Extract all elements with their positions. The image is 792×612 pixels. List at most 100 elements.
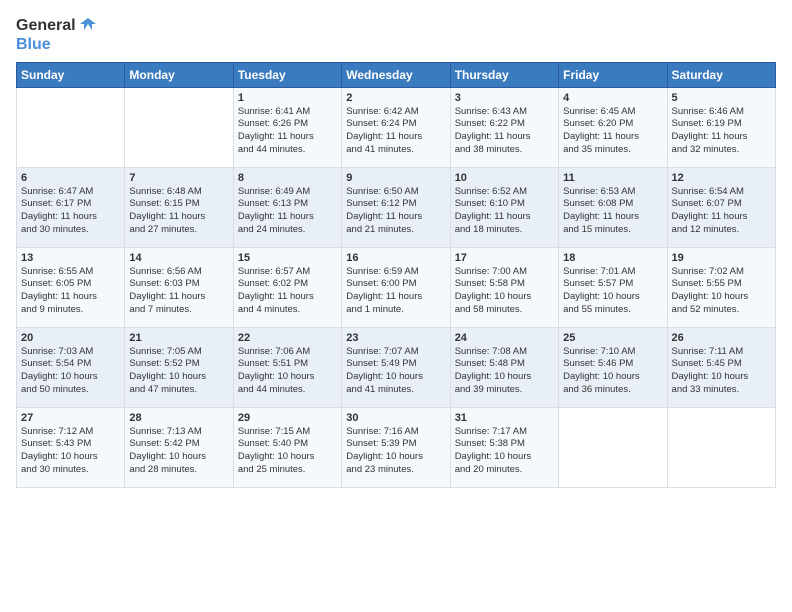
- calendar-cell: 25 Sunrise: 7:10 AM Sunset: 5:46 PM Dayli…: [559, 327, 667, 407]
- cell-content: Sunrise: 6:49 AM Sunset: 6:13 PM Dayligh…: [238, 186, 337, 237]
- cell-content: Sunrise: 7:13 AM Sunset: 5:42 PM Dayligh…: [129, 426, 228, 477]
- page-header: General Blue: [16, 16, 776, 54]
- calendar-cell: 6Sunrise: 6:47 AM Sunset: 6:17 PM Daylig…: [17, 167, 125, 247]
- calendar-week-5: 27Sunrise: 7:12 AM Sunset: 5:43 PM Dayli…: [17, 407, 776, 487]
- calendar-cell: [559, 407, 667, 487]
- cell-content: Sunrise: 6:53 AM Sunset: 6:08 PM Dayligh…: [563, 186, 662, 237]
- cell-content: Sunrise: 6:54 AM Sunset: 6:07 PM Dayligh…: [672, 186, 771, 237]
- calendar-cell: 23 Sunrise: 7:07 AM Sunset: 5:49 PM Dayli…: [342, 327, 450, 407]
- day-header-sunday: Sunday: [17, 62, 125, 87]
- calendar-body: 1Sunrise: 6:41 AM Sunset: 6:26 PM Daylig…: [17, 87, 776, 487]
- day-number: 11: [563, 172, 662, 184]
- day-number: 12: [672, 172, 771, 184]
- calendar-cell: 29 Sunrise: 7:15 AM Sunset: 5:40 PM Dayli…: [233, 407, 341, 487]
- calendar-cell: 27Sunrise: 7:12 AM Sunset: 5:43 PM Dayli…: [17, 407, 125, 487]
- calendar-table: SundayMondayTuesdayWednesdayThursdayFrid…: [16, 62, 776, 488]
- cell-content: Sunrise: 7:12 AM Sunset: 5:43 PM Dayligh…: [21, 426, 120, 477]
- day-number: 22: [238, 332, 337, 344]
- day-header-thursday: Thursday: [450, 62, 558, 87]
- calendar-cell: 5 Sunrise: 6:46 AM Sunset: 6:19 PM Daylig…: [667, 87, 775, 167]
- day-number: 20: [21, 332, 120, 344]
- calendar-cell: 28 Sunrise: 7:13 AM Sunset: 5:42 PM Dayli…: [125, 407, 233, 487]
- day-number: 8: [238, 172, 337, 184]
- cell-content: Sunrise: 6:47 AM Sunset: 6:17 PM Dayligh…: [21, 186, 120, 237]
- cell-content: Sunrise: 6:55 AM Sunset: 6:05 PM Dayligh…: [21, 266, 120, 317]
- calendar-cell: 9 Sunrise: 6:50 AM Sunset: 6:12 PM Daylig…: [342, 167, 450, 247]
- cell-content: Sunrise: 7:10 AM Sunset: 5:46 PM Dayligh…: [563, 346, 662, 397]
- day-number: 17: [455, 252, 554, 264]
- day-number: 23: [346, 332, 445, 344]
- calendar-week-2: 6Sunrise: 6:47 AM Sunset: 6:17 PM Daylig…: [17, 167, 776, 247]
- day-header-wednesday: Wednesday: [342, 62, 450, 87]
- calendar-cell: 12 Sunrise: 6:54 AM Sunset: 6:07 PM Dayli…: [667, 167, 775, 247]
- cell-content: Sunrise: 7:07 AM Sunset: 5:49 PM Dayligh…: [346, 346, 445, 397]
- day-number: 3: [455, 92, 554, 104]
- day-number: 30: [346, 412, 445, 424]
- cell-content: Sunrise: 6:48 AM Sunset: 6:15 PM Dayligh…: [129, 186, 228, 237]
- day-number: 7: [129, 172, 228, 184]
- day-number: 24: [455, 332, 554, 344]
- calendar-cell: 2 Sunrise: 6:42 AM Sunset: 6:24 PM Daylig…: [342, 87, 450, 167]
- calendar-cell: 18 Sunrise: 7:01 AM Sunset: 5:57 PM Dayli…: [559, 247, 667, 327]
- calendar-cell: 8 Sunrise: 6:49 AM Sunset: 6:13 PM Daylig…: [233, 167, 341, 247]
- cell-content: Sunrise: 7:16 AM Sunset: 5:39 PM Dayligh…: [346, 426, 445, 477]
- cell-content: Sunrise: 6:46 AM Sunset: 6:19 PM Dayligh…: [672, 106, 771, 157]
- day-number: 5: [672, 92, 771, 104]
- day-number: 15: [238, 252, 337, 264]
- calendar-cell: 10 Sunrise: 6:52 AM Sunset: 6:10 PM Dayli…: [450, 167, 558, 247]
- cell-content: Sunrise: 6:45 AM Sunset: 6:20 PM Dayligh…: [563, 106, 662, 157]
- calendar-cell: 16 Sunrise: 6:59 AM Sunset: 6:00 PM Dayli…: [342, 247, 450, 327]
- cell-content: Sunrise: 7:01 AM Sunset: 5:57 PM Dayligh…: [563, 266, 662, 317]
- cell-content: Sunrise: 6:52 AM Sunset: 6:10 PM Dayligh…: [455, 186, 554, 237]
- cell-content: Sunrise: 6:43 AM Sunset: 6:22 PM Dayligh…: [455, 106, 554, 157]
- day-number: 13: [21, 252, 120, 264]
- cell-content: Sunrise: 7:17 AM Sunset: 5:38 PM Dayligh…: [455, 426, 554, 477]
- calendar-header-row: SundayMondayTuesdayWednesdayThursdayFrid…: [17, 62, 776, 87]
- calendar-cell: [17, 87, 125, 167]
- cell-content: Sunrise: 6:50 AM Sunset: 6:12 PM Dayligh…: [346, 186, 445, 237]
- cell-content: Sunrise: 6:57 AM Sunset: 6:02 PM Dayligh…: [238, 266, 337, 317]
- calendar-cell: 19Sunrise: 7:02 AM Sunset: 5:55 PM Dayli…: [667, 247, 775, 327]
- calendar-week-3: 13 Sunrise: 6:55 AM Sunset: 6:05 PM Dayli…: [17, 247, 776, 327]
- day-number: 25: [563, 332, 662, 344]
- day-header-saturday: Saturday: [667, 62, 775, 87]
- cell-content: Sunrise: 7:02 AM Sunset: 5:55 PM Dayligh…: [672, 266, 771, 317]
- day-number: 31: [455, 412, 554, 424]
- logo-text: General Blue: [16, 16, 98, 54]
- cell-content: Sunrise: 7:08 AM Sunset: 5:48 PM Dayligh…: [455, 346, 554, 397]
- calendar-cell: 1Sunrise: 6:41 AM Sunset: 6:26 PM Daylig…: [233, 87, 341, 167]
- day-number: 1: [238, 92, 337, 104]
- calendar-cell: 4 Sunrise: 6:45 AM Sunset: 6:20 PM Daylig…: [559, 87, 667, 167]
- calendar-cell: [125, 87, 233, 167]
- calendar-cell: 22 Sunrise: 7:06 AM Sunset: 5:51 PM Dayli…: [233, 327, 341, 407]
- cell-content: Sunrise: 7:00 AM Sunset: 5:58 PM Dayligh…: [455, 266, 554, 317]
- cell-content: Sunrise: 6:59 AM Sunset: 6:00 PM Dayligh…: [346, 266, 445, 317]
- cell-content: Sunrise: 7:11 AM Sunset: 5:45 PM Dayligh…: [672, 346, 771, 397]
- day-number: 18: [563, 252, 662, 264]
- calendar-cell: 3 Sunrise: 6:43 AM Sunset: 6:22 PM Daylig…: [450, 87, 558, 167]
- day-number: 10: [455, 172, 554, 184]
- day-header-tuesday: Tuesday: [233, 62, 341, 87]
- cell-content: Sunrise: 7:15 AM Sunset: 5:40 PM Dayligh…: [238, 426, 337, 477]
- day-number: 9: [346, 172, 445, 184]
- logo-bird-icon: [78, 16, 98, 36]
- day-number: 16: [346, 252, 445, 264]
- cell-content: Sunrise: 7:06 AM Sunset: 5:51 PM Dayligh…: [238, 346, 337, 397]
- day-number: 2: [346, 92, 445, 104]
- day-header-friday: Friday: [559, 62, 667, 87]
- day-number: 28: [129, 412, 228, 424]
- day-number: 4: [563, 92, 662, 104]
- calendar-cell: 17 Sunrise: 7:00 AM Sunset: 5:58 PM Dayli…: [450, 247, 558, 327]
- cell-content: Sunrise: 6:56 AM Sunset: 6:03 PM Dayligh…: [129, 266, 228, 317]
- calendar-cell: 30 Sunrise: 7:16 AM Sunset: 5:39 PM Dayli…: [342, 407, 450, 487]
- calendar-cell: 13 Sunrise: 6:55 AM Sunset: 6:05 PM Dayli…: [17, 247, 125, 327]
- cell-content: Sunrise: 6:42 AM Sunset: 6:24 PM Dayligh…: [346, 106, 445, 157]
- calendar-cell: 31 Sunrise: 7:17 AM Sunset: 5:38 PM Dayli…: [450, 407, 558, 487]
- day-number: 29: [238, 412, 337, 424]
- calendar-cell: 26Sunrise: 7:11 AM Sunset: 5:45 PM Dayli…: [667, 327, 775, 407]
- cell-content: Sunrise: 7:05 AM Sunset: 5:52 PM Dayligh…: [129, 346, 228, 397]
- day-number: 21: [129, 332, 228, 344]
- cell-content: Sunrise: 7:03 AM Sunset: 5:54 PM Dayligh…: [21, 346, 120, 397]
- calendar-cell: 7 Sunrise: 6:48 AM Sunset: 6:15 PM Daylig…: [125, 167, 233, 247]
- day-number: 14: [129, 252, 228, 264]
